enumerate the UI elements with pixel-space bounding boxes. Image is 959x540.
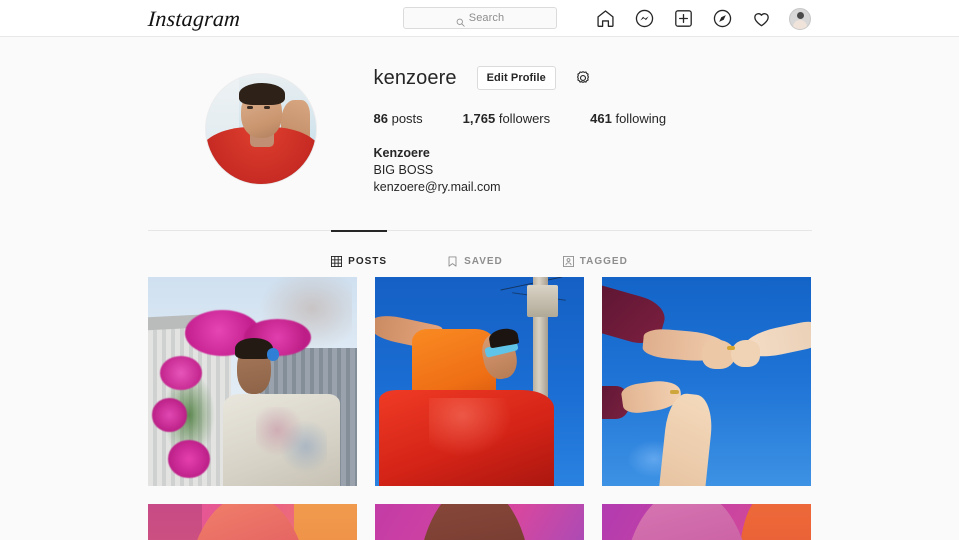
tile1-jacket-embroidery — [256, 407, 327, 474]
tile4-hair-right — [294, 504, 357, 540]
navigation-icon-group — [594, 0, 811, 37]
post-tile-1[interactable] — [148, 277, 357, 486]
tab-tagged-label: TAGGED — [580, 256, 628, 267]
username-row: kenzoere Edit Profile — [374, 63, 812, 93]
tile1-flower-cluster-3 — [160, 356, 202, 389]
tile1-flower-cluster-4 — [152, 398, 188, 431]
post-tile-2[interactable] — [375, 277, 584, 486]
top-navigation-bar: Instagram Search — [0, 0, 959, 37]
avatar-left-eye — [247, 106, 253, 109]
search-input[interactable]: Search — [403, 7, 557, 29]
bio-full-name: Kenzoere — [374, 145, 812, 162]
avatar-right-eye — [264, 106, 270, 109]
home-icon[interactable] — [594, 8, 616, 30]
tab-posts-label: POSTS — [348, 256, 387, 267]
bio-email: kenzoere@ry.mail.com — [374, 179, 812, 196]
stat-followers[interactable]: 1,765 followers — [463, 111, 550, 126]
stat-following[interactable]: 461 following — [590, 111, 666, 126]
tile6-red-hair — [739, 504, 810, 540]
post-tile-6[interactable] — [602, 504, 811, 540]
tab-saved-label: SAVED — [464, 256, 503, 267]
tile1-flower-cluster-5 — [168, 440, 210, 478]
tile3-ring-1 — [727, 346, 735, 350]
posts-label: posts — [392, 111, 423, 126]
activity-heart-icon[interactable] — [750, 8, 772, 30]
avatar-head-shape — [797, 12, 804, 19]
bookmark-icon — [447, 256, 458, 267]
tagged-icon — [563, 256, 574, 267]
tile4-hair-left — [148, 504, 202, 540]
edit-profile-button[interactable]: Edit Profile — [477, 66, 556, 90]
followers-count: 1,765 — [463, 111, 496, 126]
profile-stats: 86 posts 1,765 followers 461 following — [374, 111, 812, 126]
profile-username: kenzoere — [374, 63, 457, 93]
posts-count: 86 — [374, 111, 388, 126]
followers-label: followers — [499, 111, 550, 126]
instagram-logo[interactable]: Instagram — [147, 6, 241, 32]
post-grid — [148, 277, 812, 540]
search-placeholder-text: Search — [469, 12, 504, 24]
messenger-icon[interactable] — [633, 8, 655, 30]
profile-tab-bar: POSTS SAVED TAGGED — [148, 230, 812, 275]
explore-compass-icon[interactable] — [711, 8, 733, 30]
post-tile-3[interactable] — [602, 277, 811, 486]
tab-saved[interactable]: SAVED — [447, 231, 503, 276]
tile3-ring-2 — [670, 390, 678, 394]
tab-posts[interactable]: POSTS — [331, 231, 387, 276]
tile3-hand-upper-right — [731, 340, 760, 367]
avatar-hair-shape — [239, 83, 285, 105]
avatar-body-shape — [793, 20, 807, 30]
post-tile-5[interactable] — [375, 504, 584, 540]
profile-info-column: kenzoere Edit Profile 86 posts — [374, 55, 812, 196]
search-icon — [456, 14, 465, 23]
profile-avatar-column — [148, 55, 374, 184]
profile-picture[interactable] — [206, 74, 316, 184]
following-count: 461 — [590, 111, 612, 126]
tab-tagged[interactable]: TAGGED — [563, 231, 628, 276]
grid-icon — [331, 256, 342, 267]
tile1-hair-flower — [267, 348, 280, 361]
tile2-pants-highlight — [429, 398, 513, 457]
following-label: following — [615, 111, 666, 126]
stat-posts: 86 posts — [374, 111, 423, 126]
gear-icon[interactable] — [572, 67, 594, 89]
profile-avatar[interactable] — [789, 8, 811, 30]
search-container: Search — [403, 7, 557, 29]
profile-bio: Kenzoere BIG BOSS kenzoere@ry.mail.com — [374, 145, 812, 196]
post-tile-4[interactable] — [148, 504, 357, 540]
new-post-icon[interactable] — [672, 8, 694, 30]
profile-header: kenzoere Edit Profile 86 posts — [148, 55, 812, 200]
tile2-transformer — [527, 285, 558, 316]
profile-container: kenzoere Edit Profile 86 posts — [148, 37, 812, 540]
page-body: kenzoere Edit Profile 86 posts — [0, 37, 959, 540]
bio-description: BIG BOSS — [374, 162, 812, 179]
